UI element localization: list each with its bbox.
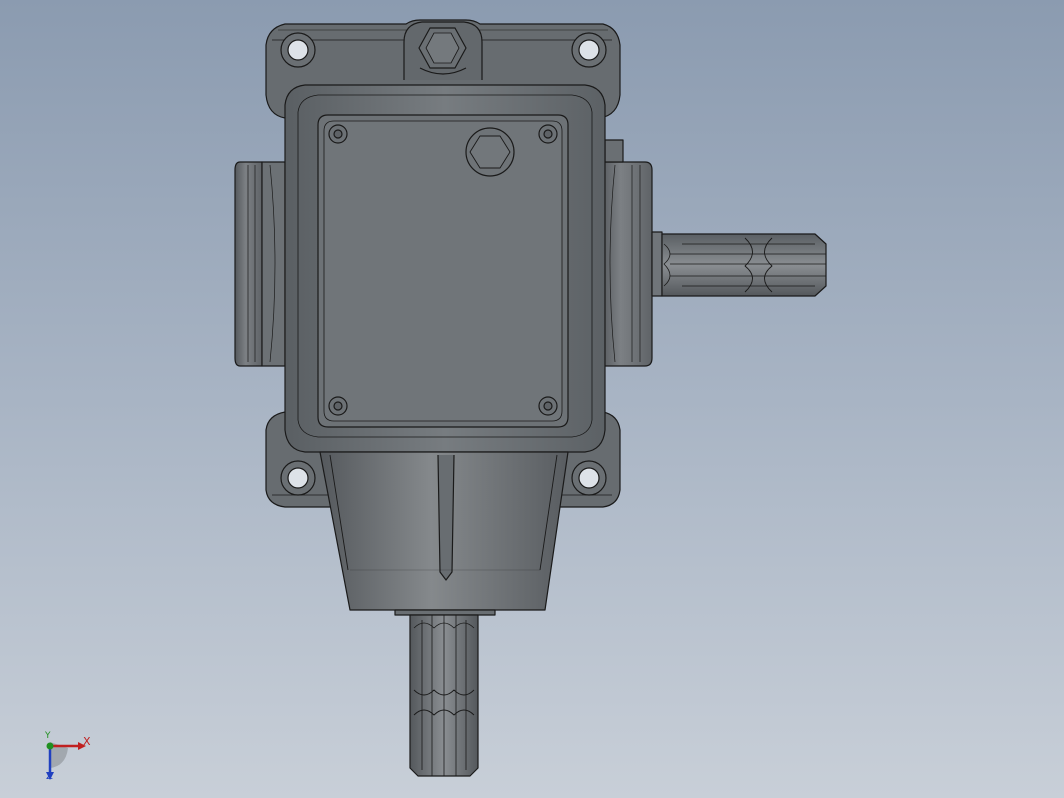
view-triad[interactable]: X Y Z <box>38 730 98 785</box>
right-bearing-housing[interactable] <box>599 139 653 367</box>
gearbox-model[interactable] <box>0 0 1064 798</box>
lower-neck-casting[interactable] <box>319 451 569 611</box>
cover-screw-top-right[interactable] <box>538 124 558 144</box>
cover-screw-bottom-right[interactable] <box>538 396 558 416</box>
graphics-viewport[interactable]: X Y Z <box>0 0 1064 798</box>
x-axis-label: X <box>83 735 91 748</box>
right-output-shaft[interactable] <box>651 231 827 297</box>
left-bearing-housing[interactable] <box>234 161 286 367</box>
cover-screw-bottom-left[interactable] <box>328 396 348 416</box>
z-axis-label: Z <box>46 771 53 782</box>
cover-screw-top-left[interactable] <box>328 124 348 144</box>
fill-plug[interactable] <box>465 127 515 177</box>
bottom-input-shaft[interactable] <box>394 609 496 777</box>
cover-plate[interactable] <box>317 114 569 428</box>
y-axis-label: Y <box>45 731 51 741</box>
